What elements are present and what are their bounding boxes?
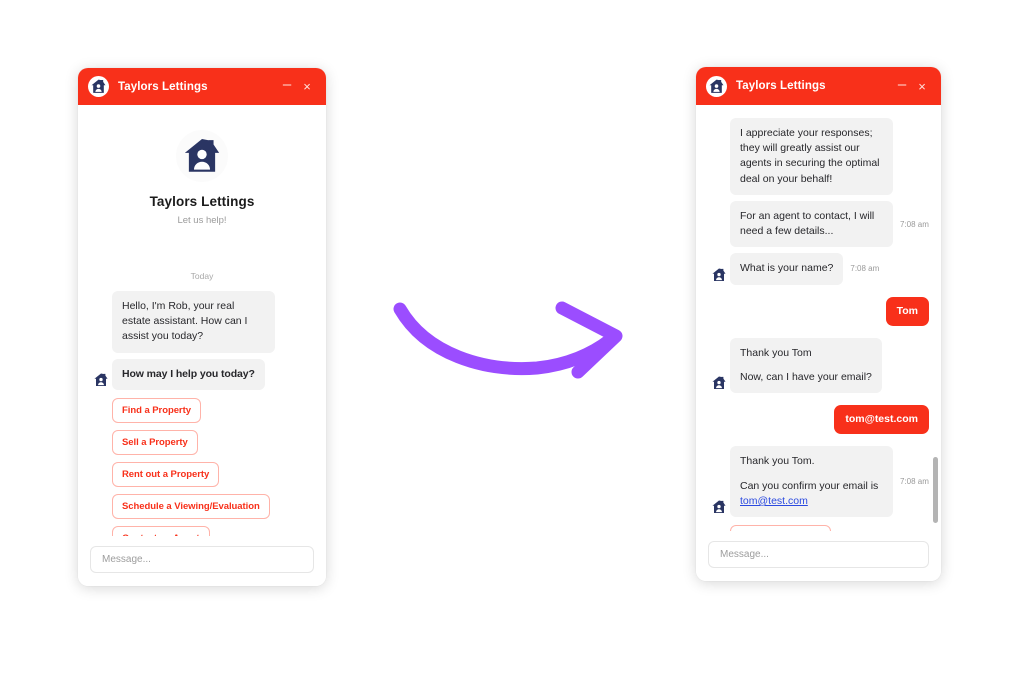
message-row: For an agent to contact, I will need a f… xyxy=(706,200,931,248)
screenshot-canvas: Taylors Lettings – × Taylors Lettings Le xyxy=(0,0,1024,682)
message-line: Now, can I have your email? xyxy=(740,370,872,383)
house-person-icon xyxy=(176,130,228,182)
composer xyxy=(696,531,941,581)
minimize-button[interactable]: – xyxy=(892,77,912,92)
intro-block: Taylors Lettings Let us help! xyxy=(88,105,316,226)
day-divider: Today xyxy=(190,271,214,281)
message-row: tom@test.com xyxy=(706,405,931,435)
bot-avatar-icon xyxy=(90,335,112,353)
email-link[interactable]: tom@test.com xyxy=(740,495,808,507)
widget-title: Taylors Lettings xyxy=(118,80,208,93)
message-line: Thank you Tom. xyxy=(740,455,815,468)
message-bubble: Hello, I'm Rob, your real estate assista… xyxy=(112,291,275,353)
close-button[interactable]: × xyxy=(297,80,317,93)
message-row: Tom xyxy=(706,296,931,326)
chat-scroll-area[interactable]: I appreciate your responses; they will g… xyxy=(696,105,941,531)
message-input[interactable] xyxy=(708,541,929,568)
quick-reply-schedule-a-viewing[interactable]: Schedule a Viewing/Evaluation xyxy=(112,493,270,519)
message-row: I appreciate your responses; they will g… xyxy=(706,118,931,195)
quick-reply-list: Yes that is correct Nope this is wrong xyxy=(706,525,931,531)
message-row: What is your name? 7:08 am xyxy=(706,253,931,285)
message-input[interactable] xyxy=(90,546,314,573)
message-row: Thank you Tom. Can you confirm your emai… xyxy=(706,446,931,518)
message-bubble: Thank you Tom. Can you confirm your emai… xyxy=(730,446,893,518)
bot-avatar-icon xyxy=(708,375,730,393)
widget-header: Taylors Lettings – × xyxy=(78,68,326,105)
composer xyxy=(78,536,326,586)
quick-reply-rent-out-a-property[interactable]: Rent out a Property xyxy=(112,461,220,487)
confirm-text: Can you confirm your email is xyxy=(740,479,879,492)
bot-avatar-icon xyxy=(708,229,730,247)
quick-reply-sell-a-property[interactable]: Sell a Property xyxy=(112,429,198,455)
bot-avatar-icon xyxy=(708,267,730,285)
message-bubble: How may I help you today? xyxy=(112,358,265,390)
house-person-icon xyxy=(88,76,109,97)
bot-avatar-icon xyxy=(708,499,730,517)
quick-reply-find-a-property[interactable]: Find a Property xyxy=(112,397,201,423)
bot-avatar-icon xyxy=(90,372,112,390)
message-bubble: I appreciate your responses; they will g… xyxy=(730,118,893,195)
widget-title: Taylors Lettings xyxy=(736,80,826,92)
quick-reply-yes-that-is-correct[interactable]: Yes that is correct xyxy=(730,525,831,531)
message-row: Thank you Tom Now, can I have your email… xyxy=(706,337,931,394)
user-message-bubble: Tom xyxy=(885,296,929,326)
message-timestamp: 7:08 am xyxy=(900,477,929,487)
vertical-scrollbar[interactable] xyxy=(933,105,938,531)
flow-arrow xyxy=(392,296,628,384)
intro-brand-name: Taylors Lettings xyxy=(149,194,255,209)
message-bubble: What is your name? xyxy=(730,253,844,285)
message-row: Hello, I'm Rob, your real estate assista… xyxy=(88,291,316,353)
scrollbar-thumb[interactable] xyxy=(933,457,938,523)
quick-reply-list: Find a Property Sell a Property Rent out… xyxy=(88,397,316,536)
message-row: How may I help you today? xyxy=(88,358,316,390)
house-person-icon xyxy=(706,75,727,97)
minimize-button[interactable]: – xyxy=(277,77,297,92)
quick-reply-contact-an-agent[interactable]: Contact an Agent xyxy=(112,525,210,536)
widget-header: Taylors Lettings – × xyxy=(696,67,941,105)
bot-avatar-icon xyxy=(708,177,730,195)
message-bubble: Thank you Tom Now, can I have your email… xyxy=(730,337,882,394)
chat-scroll-area[interactable]: Taylors Lettings Let us help! Today Hell… xyxy=(78,105,326,536)
message-timestamp: 7:08 am xyxy=(900,219,929,229)
message-line: Can you confirm your email is tom@test.c… xyxy=(740,479,883,509)
message-timestamp: 7:08 am xyxy=(850,264,880,274)
message-line: Thank you Tom xyxy=(740,346,812,359)
chat-widget-after: Taylors Lettings – × I appreciate your r… xyxy=(696,67,941,581)
message-bubble: For an agent to contact, I will need a f… xyxy=(730,200,893,248)
close-button[interactable]: × xyxy=(912,80,932,93)
chat-widget-before: Taylors Lettings – × Taylors Lettings Le xyxy=(78,68,326,586)
intro-subtitle: Let us help! xyxy=(177,215,227,226)
user-message-bubble: tom@test.com xyxy=(834,405,929,435)
